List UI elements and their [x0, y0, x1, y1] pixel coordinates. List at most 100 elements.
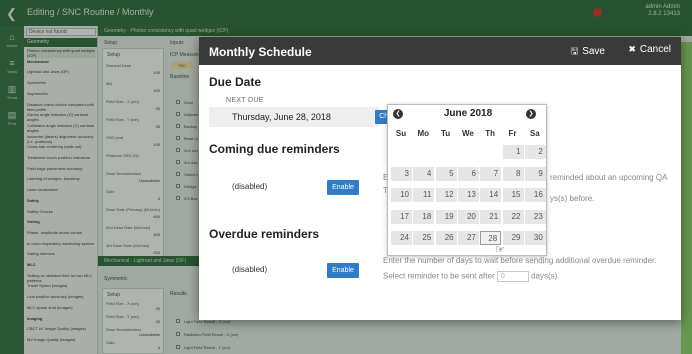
calendar-day[interactable]: 18	[413, 209, 435, 224]
setup2-field-value[interactable]: 4	[110, 345, 160, 350]
home-icon[interactable]: ⌂	[4, 32, 20, 42]
setup2-field-value[interactable]: 20	[110, 319, 160, 324]
tree-item[interactable]: Setting vs radiation field for two MLC p…	[27, 273, 96, 283]
tree-item[interactable]: MLC	[27, 262, 96, 267]
tree-item[interactable]: Latching of wedges, blocktray	[27, 176, 96, 181]
setup2-field-value[interactable]: Unavailable	[110, 332, 160, 337]
tree-item[interactable]: Collimator angle indicator (C) cardinal …	[27, 123, 96, 133]
setup-field-value[interactable]: 400	[110, 232, 160, 237]
result-checkbox[interactable]	[176, 184, 180, 188]
calendar-day[interactable]: 13	[457, 188, 479, 202]
enable-overdue-button[interactable]: Enable	[327, 263, 359, 278]
tree-item[interactable]: Gantry angle indicator (G) cardinal angl…	[27, 112, 96, 122]
setup-field-value[interactable]: 30	[110, 124, 160, 129]
calendar-day[interactable]: 19	[435, 209, 457, 224]
calendar-day[interactable]: 9	[524, 166, 546, 181]
tree-item[interactable]: Lightrad and Jaws (OF)	[27, 69, 96, 74]
calendar-day[interactable]: 4	[413, 166, 435, 181]
tree-item[interactable]: Gating interlock	[27, 251, 96, 256]
calendar-day[interactable]: 23	[524, 209, 546, 224]
calendar-day[interactable]: 15	[502, 188, 524, 202]
tree-item[interactable]: Distance check device compared with fiel…	[27, 102, 96, 112]
back-arrow-icon[interactable]: ❮	[6, 6, 17, 22]
user-menu[interactable]: admin Admin 2.8.2 13413	[645, 4, 680, 18]
calendar-day[interactable]: 10	[391, 188, 412, 202]
calendar-day[interactable]: 6	[457, 166, 479, 181]
cancel-button[interactable]: ✖ Cancel	[628, 44, 671, 55]
tree-item[interactable]: Field edge placement accuracy	[27, 166, 96, 171]
calendar-day[interactable]: 11	[413, 188, 435, 202]
save-button[interactable]: 🖫 Save	[571, 44, 605, 60]
setup-field-value[interactable]: 100	[110, 142, 160, 147]
tree-item[interactable]: In room respiratory monitoring system	[27, 241, 96, 246]
chart-icon[interactable]: ▥	[4, 84, 20, 95]
tree-item[interactable]: Mechanical	[27, 59, 96, 64]
tree-item[interactable]: Asymmetric	[27, 91, 96, 96]
result-checkbox[interactable]	[176, 148, 180, 152]
calendar-day[interactable]: 17	[391, 209, 412, 224]
calendar-day[interactable]: 26	[435, 231, 457, 245]
tree-item[interactable]: Treatment couch position indicators	[27, 155, 96, 160]
tree-item[interactable]: Symmetric	[27, 80, 96, 85]
tree-item[interactable]: Travel Speed (images)	[27, 283, 96, 288]
result-checkbox[interactable]	[176, 172, 180, 176]
tree-item[interactable]: Safety Checks	[27, 209, 96, 214]
tree-item[interactable]: Cross-hair centering (walk out)	[27, 144, 96, 149]
calendar-day[interactable]: 8	[502, 166, 524, 181]
setup-field-value[interactable]: 30	[110, 106, 160, 111]
tree-item[interactable]: Photon consistency with quad wedges (ICP…	[27, 48, 96, 58]
result2-checkbox[interactable]	[176, 319, 180, 323]
calendar-day[interactable]: 20	[457, 209, 479, 224]
calendar-day[interactable]: 21	[480, 209, 502, 224]
calendar-day[interactable]: 24	[391, 231, 412, 245]
next-month-icon[interactable]: ❯	[526, 109, 536, 119]
tree-item[interactable]: Leaf position accuracy (images)	[27, 294, 96, 299]
calendar-day[interactable]: 27	[457, 231, 479, 245]
tree-item[interactable]: Safety	[27, 198, 96, 203]
calendar-day[interactable]: 29	[502, 231, 524, 245]
calendar-day[interactable]: 5	[435, 166, 457, 181]
calendar-day[interactable]: 7	[480, 166, 502, 181]
setup-field-value[interactable]: 100	[110, 88, 160, 93]
setup2-field-value[interactable]: 20	[110, 306, 160, 311]
calendar-day[interactable]: 2	[524, 145, 546, 159]
calendar-day[interactable]: 22	[502, 209, 524, 224]
enable-coming-due-button[interactable]: Enable	[327, 180, 359, 195]
calendar-day[interactable]: 3	[391, 166, 412, 181]
setup-field-value[interactable]: 100	[110, 70, 160, 75]
result-checkbox[interactable]	[176, 112, 180, 116]
print-icon[interactable]: ▤	[4, 110, 20, 121]
result-checkbox[interactable]	[176, 100, 180, 104]
tree-item[interactable]: Phase, amplitude beam control	[27, 230, 96, 235]
calendar-day[interactable]: 16	[524, 188, 546, 202]
tree-group-header[interactable]: Geometry	[24, 38, 97, 47]
section-header-geometry[interactable]: Geometry - Photon consistency with quad …	[98, 26, 692, 36]
result-checkbox[interactable]	[176, 196, 180, 200]
result2-checkbox[interactable]	[176, 345, 180, 349]
result-checkbox[interactable]	[176, 124, 180, 128]
result-checkbox[interactable]	[176, 136, 180, 140]
overdue-days-input[interactable]: 0	[496, 271, 529, 282]
setup-field-value[interactable]: 600	[110, 214, 160, 219]
calendar-day[interactable]: 12	[435, 188, 457, 202]
tree-item[interactable]: Laser localization	[27, 187, 96, 192]
tree-item[interactable]: MV Image Quality (images)	[27, 337, 96, 342]
tree-item[interactable]: CBCT kV Image Quality (images)	[27, 326, 96, 331]
tree-item[interactable]: Imaging	[27, 316, 96, 321]
previous-month-icon[interactable]: ❮	[393, 109, 403, 119]
alert-icon[interactable]	[593, 8, 602, 17]
setup-field-value[interactable]: Unavailable	[110, 178, 160, 183]
tree-item[interactable]: Isocentre (lasers) alignment accuracy (I…	[27, 134, 96, 144]
setup-field-value[interactable]: 4	[110, 196, 160, 201]
calendar-day[interactable]: 30	[524, 231, 546, 245]
calendar-day[interactable]: 14	[480, 188, 502, 202]
setup-field-value[interactable]: 200	[110, 250, 160, 255]
result2-checkbox[interactable]	[176, 332, 180, 336]
tree-filter-input[interactable]: Device not found	[26, 28, 96, 36]
menu-icon[interactable]: ≡	[4, 58, 20, 68]
calendar-day[interactable]: 1	[502, 145, 524, 159]
result-checkbox[interactable]	[176, 160, 180, 164]
tree-item[interactable]: Gating	[27, 219, 96, 224]
calendar-day[interactable]: 25	[413, 231, 435, 245]
tree-item[interactable]: MLC spoke shot (images)	[27, 305, 96, 310]
